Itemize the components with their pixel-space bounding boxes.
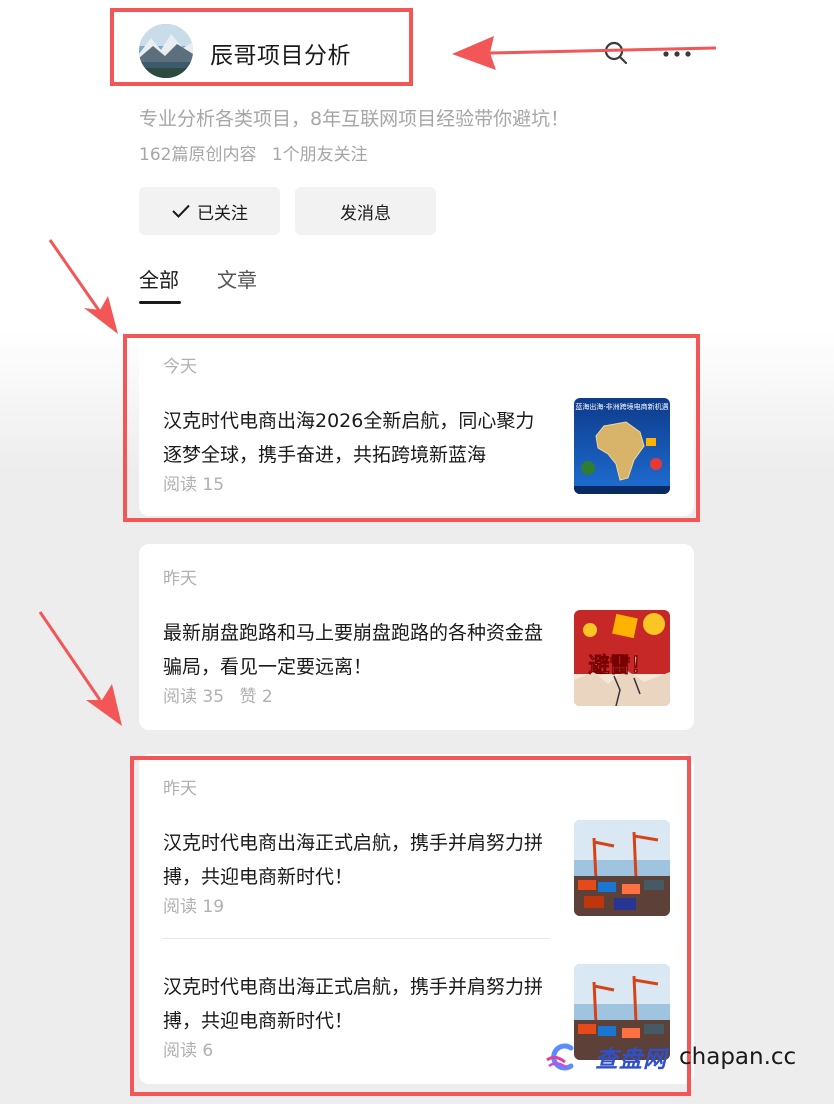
avatar[interactable]: [139, 24, 193, 78]
message-label: 发消息: [340, 203, 391, 224]
check-icon: [172, 204, 190, 218]
article-count: 162篇原创内容: [139, 145, 257, 165]
article-group-card: 昨天 汉克时代电商出海正式启航，携手并肩努力拼搏，共迎电商新时代！ 阅读 19 …: [139, 754, 694, 1084]
article-meta: 阅读 6: [163, 1036, 213, 1061]
watermark-cn: 查盘网: [595, 1047, 667, 1073]
read-count: 阅读 35: [163, 687, 225, 707]
article-title: 汉克时代电商出海2026全新启航，同心聚力逐梦全球，携手奋进，共拓跨境新蓝海: [163, 410, 535, 466]
tab-articles[interactable]: 文章: [217, 264, 257, 293]
article-group-card: 昨天 最新崩盘跑路和马上要崩盘跑路的各种资金盘骗局，看见一定要远离！ 阅读 35…: [139, 544, 694, 730]
read-count: 阅读 19: [163, 897, 225, 917]
more-icon[interactable]: [662, 44, 692, 57]
article-group-card: 今天 汉克时代电商出海2026全新启航，同心聚力逐梦全球，携手奋进，共拓跨境新蓝…: [139, 338, 694, 516]
article-thumbnail: 避雷！: [574, 610, 670, 706]
annotation-arrow: [48, 239, 118, 334]
watermark: 查盘网 chapan.cc: [545, 1040, 796, 1074]
thumb-caption: 避雷！: [589, 653, 652, 677]
article-divider: [163, 938, 550, 939]
article-title: 最新崩盘跑路和马上要崩盘跑路的各种资金盘骗局，看见一定要远离！: [163, 622, 544, 678]
followed-button[interactable]: 已关注: [139, 187, 280, 235]
thumb-caption: 蓝海出海·非洲跨境电商新机遇: [575, 402, 668, 411]
article-item[interactable]: 最新崩盘跑路和马上要崩盘跑路的各种资金盘骗局，看见一定要远离！ 阅读 35 赞 …: [163, 610, 673, 712]
group-date: 昨天: [163, 779, 197, 799]
article-thumbnail: 蓝海出海·非洲跨境电商新机遇: [574, 398, 670, 494]
search-icon[interactable]: [603, 40, 629, 66]
article-title: 汉克时代电商出海正式启航，携手并肩努力拼搏，共迎电商新时代！: [163, 832, 544, 888]
article-thumbnail: [574, 820, 670, 916]
message-button[interactable]: 发消息: [295, 187, 436, 235]
tab-active-indicator: [139, 301, 181, 304]
article-title: 汉克时代电商出海正式启航，携手并肩努力拼搏，共迎电商新时代！: [163, 976, 544, 1032]
friend-follow-count: 1个朋友关注: [271, 145, 368, 165]
group-date: 昨天: [163, 569, 197, 589]
annotation-arrow: [38, 611, 122, 726]
profile-name: 辰哥项目分析: [210, 43, 351, 69]
article-item[interactable]: 汉克时代电商出海正式启航，携手并肩努力拼搏，共迎电商新时代！ 阅读 19: [163, 820, 673, 922]
group-date: 今天: [163, 357, 197, 377]
profile-stats: 162篇原创内容 1个朋友关注: [139, 140, 368, 165]
article-item[interactable]: 汉克时代电商出海2026全新启航，同心聚力逐梦全球，携手奋进，共拓跨境新蓝海 阅…: [163, 398, 673, 500]
watermark-en: chapan.cc: [679, 1044, 797, 1070]
like-count: 赞 2: [239, 687, 273, 707]
article-meta: 阅读 15: [163, 470, 224, 495]
read-count: 阅读 15: [163, 475, 225, 495]
watermark-logo-icon: [546, 1043, 574, 1071]
read-count: 阅读 6: [163, 1041, 214, 1061]
followed-label: 已关注: [197, 203, 248, 224]
article-meta: 阅读 35 赞 2: [163, 682, 273, 707]
profile-bio: 专业分析各类项目，8年互联网项目经验带你避坑！: [139, 108, 570, 130]
article-meta: 阅读 19: [163, 892, 224, 917]
tab-all[interactable]: 全部: [139, 264, 179, 293]
